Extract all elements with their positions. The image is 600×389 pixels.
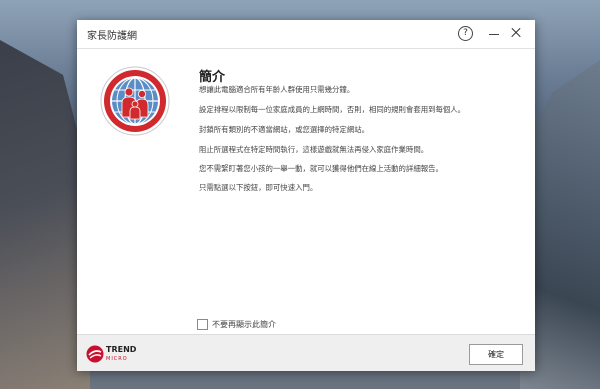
intro-paragraph: 封鎖所有類別的不適當網站，或您選擇的特定網站。	[199, 125, 369, 134]
minimize-icon[interactable]	[489, 34, 499, 35]
intro-paragraph: 只需點選以下按鈕，即可快速入門。	[199, 183, 318, 192]
help-icon[interactable]: ?	[458, 26, 473, 41]
dont-show-again-checkbox[interactable]	[197, 319, 208, 330]
intro-paragraph: 您不需緊盯著您小孩的一舉一動，就可以獲得他們在線上活動的詳細報告。	[199, 164, 443, 173]
window-title: 家長防護網	[87, 31, 137, 42]
intro-paragraph: 阻止所選程式在特定時間執行，這樣遊戲就無法再侵入家庭作業時間。	[199, 145, 429, 154]
intro-paragraph: 想讓此電腦適合所有年齡人群使用只需幾分鐘。	[199, 85, 355, 94]
dialog-footer: TREND MICRO 確定	[77, 334, 535, 371]
ok-button[interactable]: 確定	[469, 344, 523, 365]
title-bar: 家長防護網 ?	[77, 20, 535, 49]
close-icon[interactable]	[509, 26, 523, 40]
family-globe-icon	[99, 65, 171, 137]
parental-controls-dialog: 家長防護網 ? 簡介 想讓此電腦適合所有年齡人群使用只需幾分鐘。 設定排程以限制…	[77, 20, 535, 371]
dont-show-again-label[interactable]: 不要再顯示此簡介	[212, 319, 276, 330]
intro-heading: 簡介	[199, 70, 226, 85]
intro-paragraph: 設定排程以限制每一位家庭成員的上網時間，否則，相同的規則會套用到每個人。	[199, 105, 466, 114]
brand-name: TREND	[106, 345, 137, 354]
trend-micro-logo-icon: TREND MICRO	[86, 345, 146, 365]
brand-sub: MICRO	[106, 356, 128, 362]
